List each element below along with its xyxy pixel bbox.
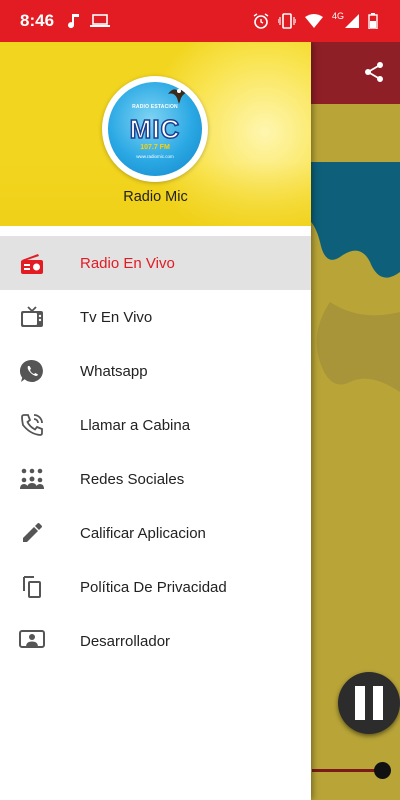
music-note-icon	[68, 13, 80, 29]
radio-icon	[17, 248, 47, 278]
menu-item-label: Radio En Vivo	[80, 254, 175, 272]
eagle-icon	[168, 89, 190, 104]
wifi-icon	[304, 14, 323, 28]
share-icon[interactable]	[362, 60, 386, 89]
whatsapp-icon	[17, 356, 47, 386]
signal-icon	[345, 14, 359, 28]
pencil-icon	[17, 518, 47, 548]
menu-item-calificar-aplicacion[interactable]: Calificar Aplicacion	[0, 506, 311, 560]
network-type: 4G	[331, 11, 344, 21]
menu-item-radio-en-vivo[interactable]: Radio En Vivo	[0, 236, 311, 290]
menu-item-redes-sociales[interactable]: Redes Sociales	[0, 452, 311, 506]
menu-item-llamar-a-cabina[interactable]: Llamar a Cabina	[0, 398, 311, 452]
station-logo: RADIO ESTACION MIC 107.7 FM www.radiomic…	[102, 76, 208, 182]
presenter-icon	[17, 626, 47, 656]
menu-item-desarrollador[interactable]: Desarrollador	[0, 614, 311, 668]
seek-thumb[interactable]	[374, 762, 391, 779]
menu-item-label: Llamar a Cabina	[80, 416, 191, 434]
background-shape-lower	[316, 302, 400, 392]
status-bar: 8:46 4G	[0, 0, 400, 42]
menu-item-label: Tv En Vivo	[80, 308, 153, 326]
menu-item-whatsapp[interactable]: Whatsapp	[0, 344, 311, 398]
navigation-drawer: RADIO ESTACION MIC 107.7 FM www.radiomic…	[0, 42, 311, 800]
alarm-icon	[253, 13, 269, 29]
menu-item-label: Redes Sociales	[80, 470, 185, 488]
menu-item-label: Política De Privacidad	[80, 578, 227, 596]
menu-item-label: Whatsapp	[80, 362, 148, 380]
status-time: 8:46	[20, 11, 55, 30]
vibrate-icon	[277, 13, 296, 29]
background-shape	[303, 162, 400, 278]
menu-item-label: Desarrollador	[80, 632, 171, 650]
copy-icon	[17, 572, 47, 602]
cast-screen-icon	[90, 14, 111, 28]
drawer-title: Radio Mic	[123, 189, 188, 205]
pause-icon	[355, 686, 365, 720]
drawer-header: RADIO ESTACION MIC 107.7 FM www.radiomic…	[0, 42, 311, 226]
menu-item-tv-en-vivo[interactable]: Tv En Vivo	[0, 290, 311, 344]
pause-button[interactable]	[338, 672, 400, 734]
menu-item-politica-de-privacidad[interactable]: Política De Privacidad	[0, 560, 311, 614]
menu-item-label: Calificar Aplicacion	[80, 524, 206, 542]
phone-call-icon	[17, 410, 47, 440]
tv-icon	[17, 302, 47, 332]
seek-bar[interactable]	[312, 769, 382, 772]
people-icon	[17, 464, 47, 494]
battery-icon	[368, 13, 378, 29]
drawer-menu: Radio En Vivo Tv En Vivo Whatsapp Llamar…	[0, 236, 311, 668]
